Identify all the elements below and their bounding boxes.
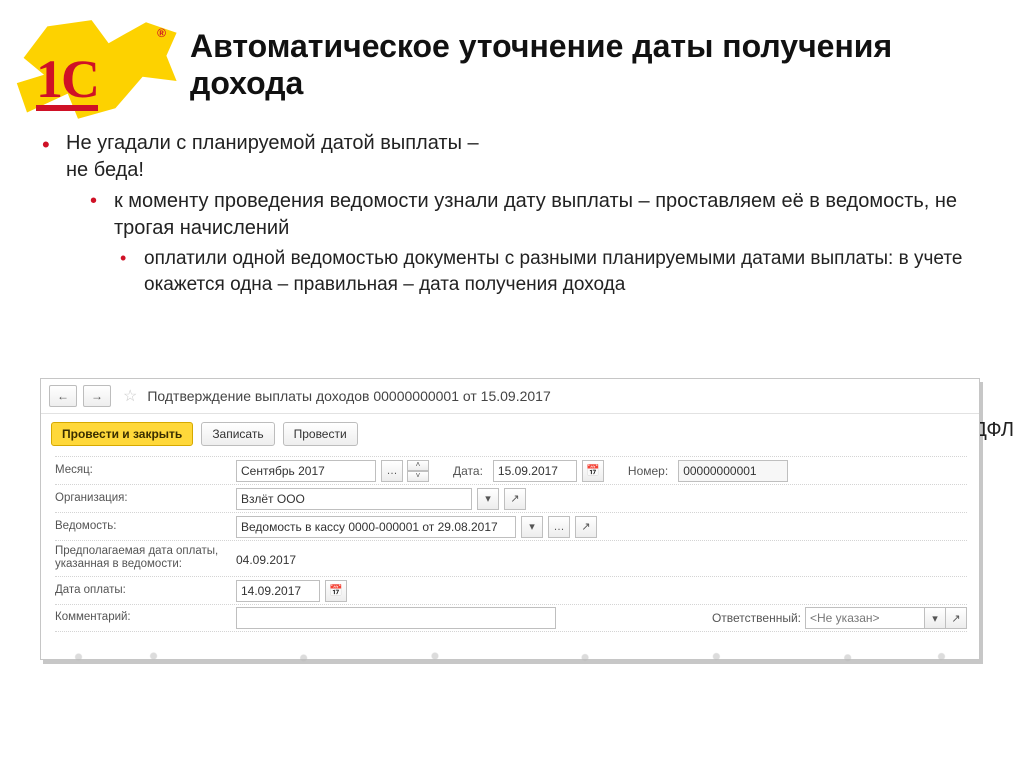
vedomost-open-icon[interactable]: ↗: [575, 516, 597, 538]
responsible-input[interactable]: <Не указан>: [805, 607, 925, 629]
organization-open-icon[interactable]: ↗: [504, 488, 526, 510]
bullet-1: Не угадали с планируемой датой выплаты –…: [40, 130, 994, 297]
responsible-dropdown-icon[interactable]: ▾: [924, 607, 946, 629]
month-spin-up[interactable]: ˄: [407, 460, 429, 471]
organization-input[interactable]: Взлёт ООО: [236, 488, 472, 510]
date-calendar-icon[interactable]: 📅: [582, 460, 604, 482]
paydate-label: Дата оплаты:: [55, 584, 230, 597]
torn-edge-decoration: [41, 652, 979, 662]
nav-forward-button[interactable]: →: [83, 385, 111, 407]
number-input[interactable]: 00000000001: [678, 460, 788, 482]
form-body: Месяц: Сентябрь 2017 … ˄ ˅ Дата: 15.09.2…: [41, 454, 979, 638]
toolbar: Провести и закрыть Записать Провести: [41, 414, 979, 454]
paydate-input[interactable]: 14.09.2017: [236, 580, 320, 602]
save-button[interactable]: Записать: [201, 422, 274, 446]
date-label: Дата:: [453, 464, 483, 478]
logo: 1С ®: [10, 18, 180, 123]
post-and-close-button[interactable]: Провести и закрыть: [51, 422, 193, 446]
vedomost-dropdown-icon[interactable]: ▾: [521, 516, 543, 538]
slide-title: Автоматическое уточнение даты получения …: [190, 28, 984, 102]
paydate-calendar-icon[interactable]: 📅: [325, 580, 347, 602]
bullet-3: оплатили одной ведомостью документы с ра…: [120, 246, 994, 297]
post-button[interactable]: Провести: [283, 422, 358, 446]
form-window: ← → ☆ Подтверждение выплаты доходов 0000…: [40, 378, 980, 660]
row-expected-date: Предполагаемая дата оплаты, указанная в …: [55, 540, 967, 576]
comment-label: Комментарий:: [55, 611, 230, 624]
vedomost-label: Ведомость:: [55, 520, 230, 533]
responsible-label: Ответственный:: [712, 611, 801, 625]
window-title: Подтверждение выплаты доходов 0000000000…: [147, 388, 550, 404]
nav-back-button[interactable]: ←: [49, 385, 77, 407]
vedomost-input[interactable]: Ведомость в кассу 0000-000001 от 29.08.2…: [236, 516, 516, 538]
month-ellipsis-button[interactable]: …: [381, 460, 403, 482]
expected-date-value: 04.09.2017: [236, 551, 296, 567]
number-label: Номер:: [628, 464, 668, 478]
comment-input[interactable]: [236, 607, 556, 629]
month-input[interactable]: Сентябрь 2017: [236, 460, 376, 482]
row-pay-date: Дата оплаты: 14.09.2017 📅: [55, 576, 967, 604]
month-spin-down[interactable]: ˅: [407, 471, 429, 482]
row-month: Месяц: Сентябрь 2017 … ˄ ˅ Дата: 15.09.2…: [55, 456, 967, 484]
titlebar: ← → ☆ Подтверждение выплаты доходов 0000…: [41, 379, 979, 414]
row-organization: Организация: Взлёт ООО ▾ ↗: [55, 484, 967, 512]
organization-label: Организация:: [55, 492, 230, 505]
bullet-1-line2: не беда!: [66, 159, 144, 181]
expected-date-label: Предполагаемая дата оплаты, указанная в …: [55, 543, 230, 571]
bullet-2: к моменту проведения ведомости узнали да…: [90, 188, 994, 242]
bullet-content: Не угадали с планируемой датой выплаты –…: [40, 130, 994, 301]
row-comment: Комментарий: Ответственный: <Не указан> …: [55, 604, 967, 632]
date-input[interactable]: 15.09.2017: [493, 460, 577, 482]
responsible-open-icon[interactable]: ↗: [945, 607, 967, 629]
registered-icon: ®: [157, 26, 166, 40]
favorite-star-icon[interactable]: ☆: [123, 386, 137, 406]
organization-dropdown-icon[interactable]: ▾: [477, 488, 499, 510]
month-label: Месяц:: [55, 464, 230, 477]
logo-mark: 1С: [36, 48, 98, 111]
bullet-1-line1: Не угадали с планируемой датой выплаты –: [66, 132, 479, 154]
logo-text: 1С: [36, 57, 98, 111]
vedomost-ellipsis-button[interactable]: …: [548, 516, 570, 538]
row-vedomost: Ведомость: Ведомость в кассу 0000-000001…: [55, 512, 967, 540]
